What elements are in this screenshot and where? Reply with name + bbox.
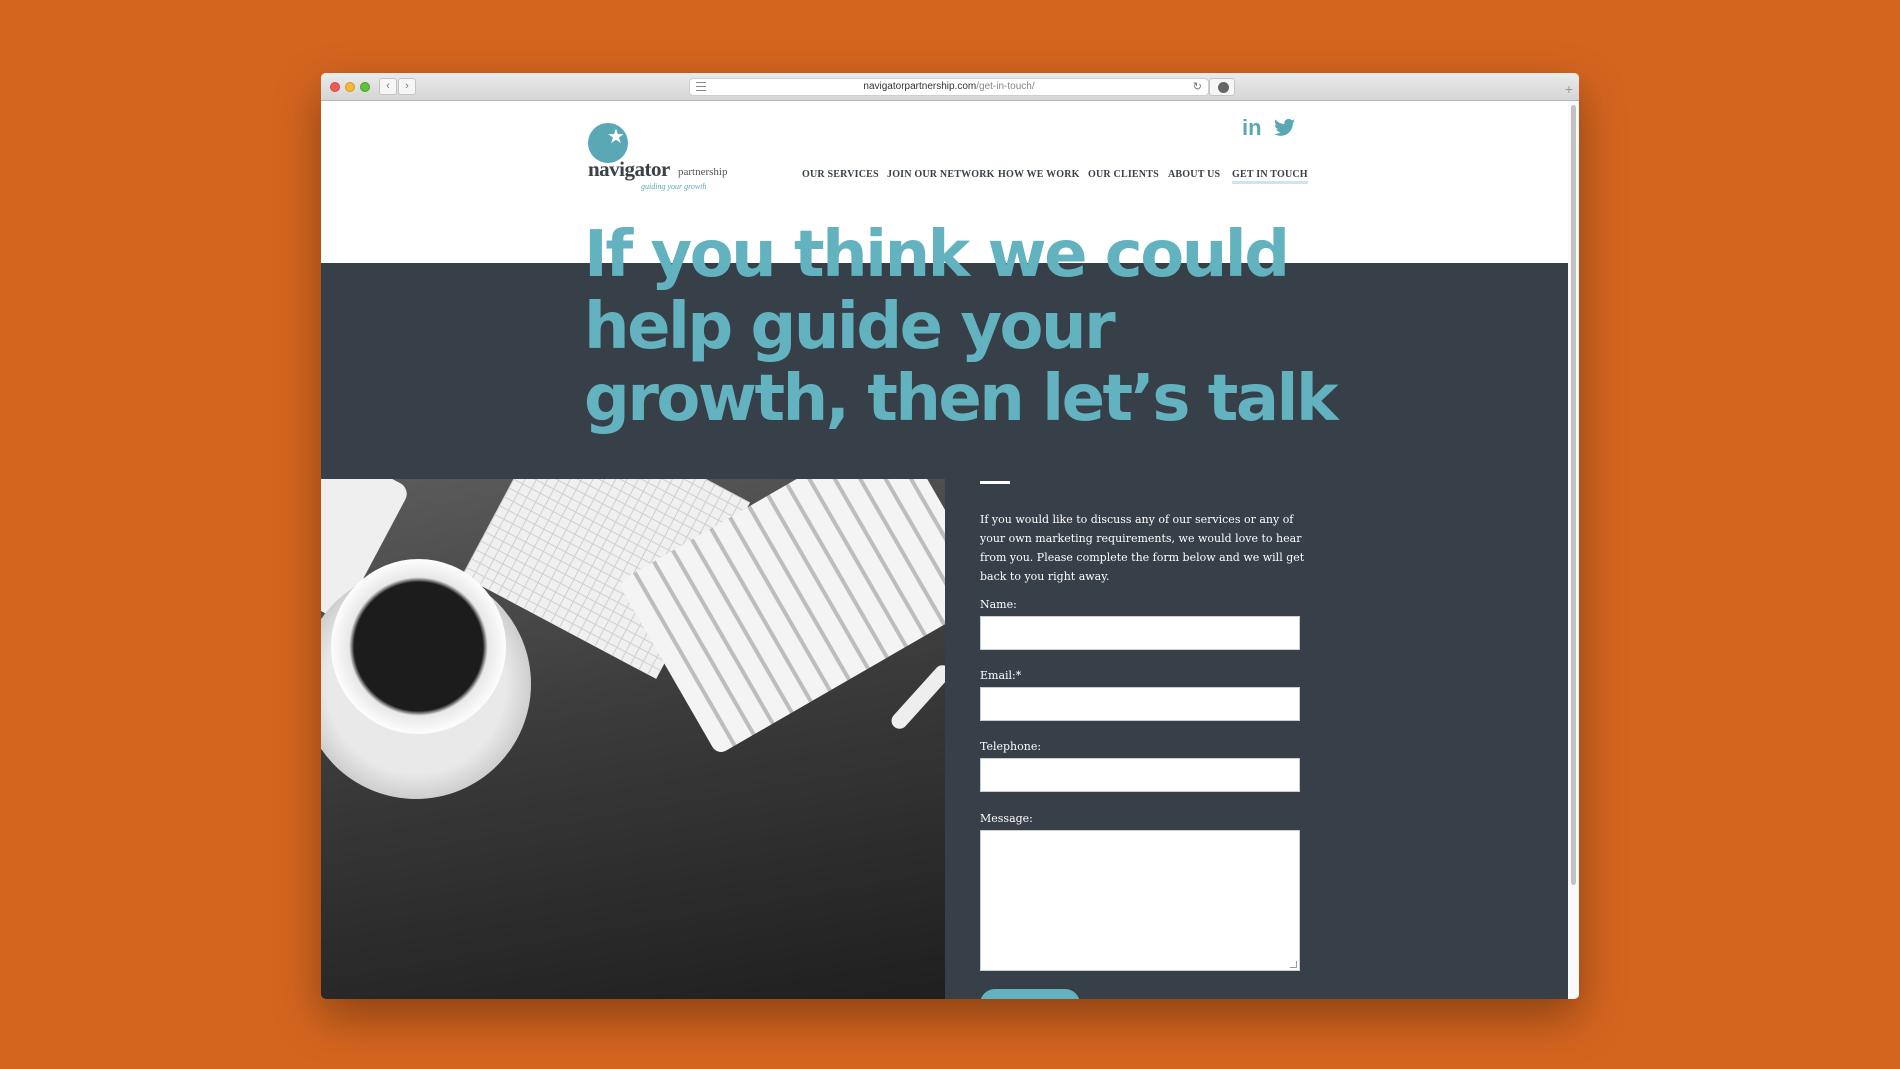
contact-intro: If you would like to discuss any of our … xyxy=(980,513,1305,583)
zoom-window-button[interactable] xyxy=(360,82,370,92)
address-bar[interactable]: navigatorpartnership.com/get-in-touch/ ↻ xyxy=(689,78,1209,96)
site-logo[interactable]: ★ navigator partnership guiding your gro… xyxy=(588,123,748,193)
logo-subword: partnership xyxy=(678,166,728,178)
browser-titlebar: ‹ › navigatorpartnership.com/get-in-touc… xyxy=(321,73,1579,101)
message-textarea[interactable] xyxy=(980,830,1300,971)
reload-icon[interactable]: ↻ xyxy=(1193,80,1202,93)
pen-image xyxy=(888,661,945,733)
message-label: Message: xyxy=(980,812,1033,825)
linkedin-icon[interactable]: in xyxy=(1242,115,1262,141)
url-path: /get-in-touch/ xyxy=(976,81,1035,92)
hero-headline: If you think we could help guide your gr… xyxy=(584,219,1364,435)
scrollbar-thumb[interactable] xyxy=(1571,105,1576,885)
logo-word: navigator xyxy=(588,157,670,181)
nav-get-in-touch[interactable]: GET IN TOUCH xyxy=(1232,169,1308,184)
logo-star-icon: ★ xyxy=(607,126,625,148)
web-page: ★ navigator partnership guiding your gro… xyxy=(321,101,1568,999)
url-domain: navigatorpartnership.com xyxy=(863,81,977,92)
twitter-bird-icon xyxy=(1274,118,1295,136)
url-text: navigatorpartnership.com/get-in-touch/ xyxy=(690,79,1208,95)
email-input[interactable] xyxy=(980,687,1300,721)
back-button[interactable]: ‹ xyxy=(379,78,397,95)
downloads-button[interactable] xyxy=(1209,78,1235,96)
telephone-input[interactable] xyxy=(980,758,1300,792)
new-tab-button[interactable]: + xyxy=(1561,81,1577,97)
forward-button[interactable]: › xyxy=(398,78,416,95)
email-label: Email:* xyxy=(980,669,1022,682)
resize-handle-icon[interactable] xyxy=(1290,961,1297,968)
hero-line-3: growth, then let’s talk xyxy=(584,362,1339,436)
minimize-window-button[interactable] xyxy=(345,82,355,92)
twitter-icon[interactable] xyxy=(1274,118,1295,137)
nav-join-our-network[interactable]: JOIN OUR NETWORK xyxy=(887,169,995,180)
section-divider xyxy=(980,481,1010,484)
name-input[interactable] xyxy=(980,616,1300,650)
download-icon xyxy=(1218,82,1229,93)
nav-about-us[interactable]: ABOUT US xyxy=(1168,169,1220,180)
hero-line-1: If you think we could xyxy=(584,218,1290,292)
nav-our-services[interactable]: OUR SERVICES xyxy=(802,169,879,180)
close-window-button[interactable] xyxy=(330,82,340,92)
browser-window: ‹ › navigatorpartnership.com/get-in-touc… xyxy=(321,73,1579,999)
hero-line-2: help guide your xyxy=(584,290,1116,364)
telephone-label: Telephone: xyxy=(980,740,1042,753)
logo-tagline: guiding your growth xyxy=(641,182,707,191)
nav-how-we-work[interactable]: HOW WE WORK xyxy=(998,169,1080,180)
page-scrollbar[interactable] xyxy=(1568,101,1579,999)
submit-button[interactable] xyxy=(980,989,1080,999)
desk-photo xyxy=(321,479,945,999)
coffee-cup-image xyxy=(331,559,506,734)
nav-our-clients[interactable]: OUR CLIENTS xyxy=(1088,169,1159,180)
name-label: Name: xyxy=(980,598,1017,611)
